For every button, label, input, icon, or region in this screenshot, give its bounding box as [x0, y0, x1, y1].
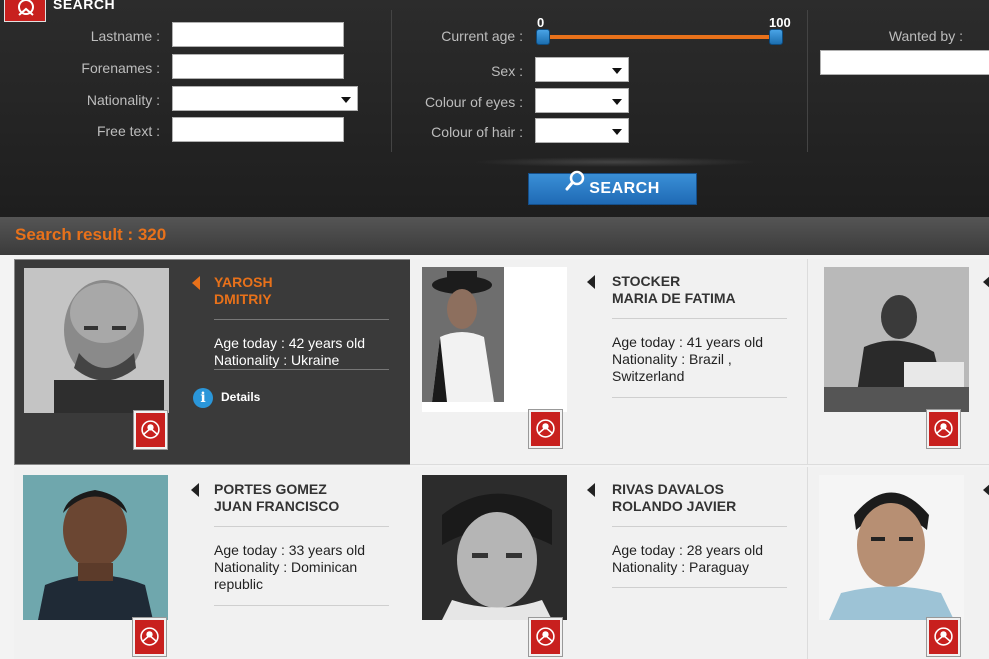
wanted-by-label: Wanted by :: [888, 28, 963, 44]
person-info: Age today : 33 years old Nationality : D…: [214, 542, 365, 593]
age-slider-max-handle[interactable]: [769, 29, 783, 45]
chevron-down-icon: [612, 129, 622, 135]
lastname: STOCKER: [612, 273, 681, 289]
person-photo[interactable]: [422, 475, 567, 620]
forenames-label: Forenames :: [81, 60, 160, 76]
divider: [612, 587, 787, 588]
result-card[interactable]: STOCKER MARIA DE FATIMA Age today : 41 y…: [410, 259, 808, 465]
nationality-text: Nationality : Ukraine: [214, 352, 340, 368]
search-button-label: SEARCH: [589, 180, 660, 197]
divider: [612, 318, 787, 319]
person-name[interactable]: RIVAS DAVALOS ROLANDO JAVIER: [612, 481, 736, 515]
age-slider-track[interactable]: [543, 35, 776, 39]
search-heading: SEARCH: [53, 0, 116, 12]
forenames: DMITRIY: [214, 291, 272, 307]
sex-label: Sex :: [491, 63, 523, 79]
hair-label: Colour of hair :: [431, 124, 523, 140]
person-name[interactable]: STOCKER MARIA DE FATIMA: [612, 273, 736, 307]
person-photo[interactable]: [819, 475, 964, 620]
arrow-left-icon: [192, 276, 200, 290]
interpol-logo: [4, 0, 46, 22]
person-info: Age today : 41 years old Nationality : B…: [612, 334, 763, 385]
lastname: RIVAS DAVALOS: [612, 481, 725, 497]
eyes-select[interactable]: [535, 88, 629, 113]
person-photo[interactable]: [422, 267, 567, 412]
forenames: ROLANDO JAVIER: [612, 498, 737, 514]
divider: [214, 369, 389, 370]
age-text: Age today : 42 years old: [214, 335, 365, 351]
age-text: Age today : 28 years old: [612, 542, 763, 558]
chevron-down-icon: [612, 68, 622, 74]
current-age-label: Current age :: [441, 28, 523, 44]
free-text-label: Free text :: [96, 123, 160, 139]
result-card[interactable]: RIVAS DAVALOS ROLANDO JAVIER Age today :…: [410, 467, 808, 659]
arrow-left-icon: [587, 483, 595, 497]
column-divider: [391, 10, 392, 152]
age-max-label: 100: [769, 15, 791, 30]
interpol-emblem: [529, 410, 562, 448]
nationality-label: Nationality :: [86, 92, 160, 108]
lastname: PORTES GOMEZ: [214, 481, 327, 497]
interpol-emblem: [927, 410, 960, 448]
divider: [612, 526, 787, 527]
person-name[interactable]: YAROSH DMITRIY: [214, 274, 273, 308]
result-count: Search result : 320: [15, 225, 167, 244]
forenames-input[interactable]: [172, 54, 344, 79]
chevron-down-icon: [341, 97, 351, 103]
person-photo[interactable]: [24, 268, 169, 413]
lastname: YAROSH: [214, 274, 273, 290]
nationality-text: Nationality : Dominican: [214, 559, 358, 575]
arrow-left-icon: [191, 483, 199, 497]
eyes-label: Colour of eyes :: [424, 94, 523, 110]
age-min-label: 0: [537, 15, 545, 30]
lastname-label: Lastname :: [90, 28, 160, 44]
divider: [214, 319, 389, 320]
divider: [214, 605, 389, 606]
result-card[interactable]: [808, 259, 989, 465]
person-info: Age today : 42 years old Nationality : U…: [214, 335, 365, 369]
forenames: JUAN FRANCISCO: [214, 498, 340, 514]
person-name[interactable]: PORTES GOMEZ JUAN FRANCISCO: [214, 481, 339, 515]
wanted-by-select[interactable]: [820, 50, 989, 75]
person-photo[interactable]: [824, 267, 969, 412]
result-bar: Search result : 320: [0, 217, 989, 255]
nationality-text-cont: republic: [214, 576, 264, 592]
arrow-left-icon: [983, 275, 989, 289]
arrow-left-icon: [587, 275, 595, 289]
search-panel: SEARCH Lastname : Forenames : Nationalit…: [0, 0, 989, 217]
divider: [612, 397, 787, 398]
person-info: Age today : 28 years old Nationality : P…: [612, 542, 763, 576]
arrow-left-icon: [983, 483, 989, 497]
interpol-emblem: [133, 618, 166, 656]
nationality-text: Nationality : Paraguay: [612, 559, 749, 575]
interpol-emblem: [134, 411, 167, 449]
result-card[interactable]: PORTES GOMEZ JUAN FRANCISCO Age today : …: [14, 467, 412, 659]
result-card[interactable]: [808, 467, 989, 659]
results-grid: YAROSH DMITRIY Age today : 42 years old …: [0, 255, 989, 659]
free-text-input[interactable]: [172, 117, 344, 142]
nationality-text: Nationality : Brazil ,: [612, 351, 732, 367]
details-link[interactable]: i Details: [193, 388, 260, 408]
info-icon: i: [193, 388, 213, 408]
nationality-text-cont: Switzerland: [612, 368, 685, 384]
divider: [214, 526, 389, 527]
sex-select[interactable]: [535, 57, 629, 82]
hair-select[interactable]: [535, 118, 629, 143]
search-button[interactable]: SEARCH: [528, 170, 697, 205]
forenames: MARIA DE FATIMA: [612, 290, 736, 306]
person-photo[interactable]: [23, 475, 168, 620]
chevron-down-icon: [612, 99, 622, 105]
interpol-emblem: [529, 618, 562, 656]
nationality-select[interactable]: [172, 86, 358, 111]
lastname-input[interactable]: [172, 22, 344, 47]
age-text: Age today : 33 years old: [214, 542, 365, 558]
age-slider-min-handle[interactable]: [536, 29, 550, 45]
interpol-emblem: [927, 618, 960, 656]
column-divider: [807, 10, 808, 152]
details-label: Details: [221, 390, 261, 405]
result-card[interactable]: YAROSH DMITRIY Age today : 42 years old …: [14, 259, 412, 465]
age-text: Age today : 41 years old: [612, 334, 763, 350]
magnifier-icon: [565, 170, 585, 203]
button-glow: [470, 157, 760, 167]
